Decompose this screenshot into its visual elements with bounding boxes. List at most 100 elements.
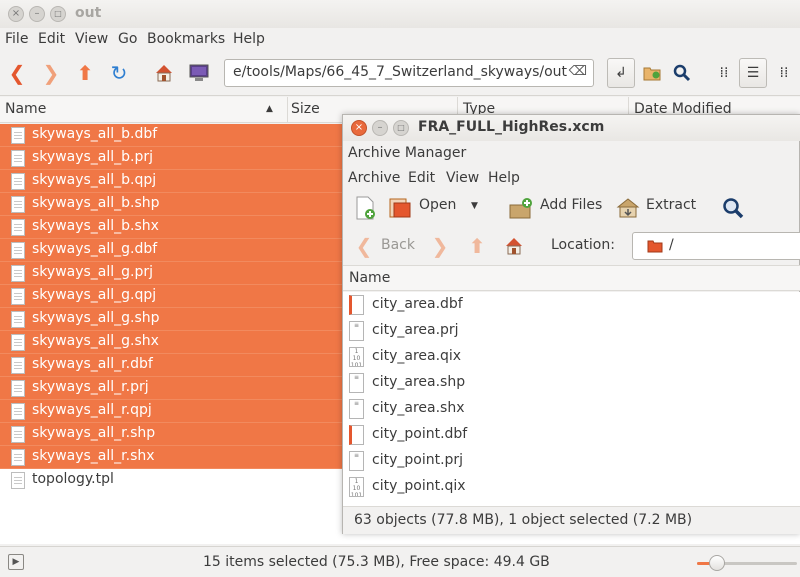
spreadsheet-file-icon <box>349 425 364 445</box>
archive-row[interactable]: 1 10 101 city_area.qix <box>343 344 800 370</box>
menu-help[interactable]: Help <box>233 31 265 47</box>
archive-manager-titlebar: × – □ FRA_FULL_HighRes.xcm <box>343 115 800 141</box>
archive-row[interactable]: ≡ city_point.prj <box>343 448 800 474</box>
file-row[interactable]: skyways_all_b.qpj <box>0 170 344 193</box>
document-icon <box>11 173 25 190</box>
document-icon <box>11 311 25 328</box>
return-arrow-icon: ↲ <box>615 65 627 81</box>
list-view-button[interactable]: ☰ <box>739 58 767 88</box>
computer-icon[interactable] <box>186 60 212 86</box>
search-icon[interactable] <box>669 60 695 86</box>
window-title: FRA_FULL_HighRes.xcm <box>418 119 605 135</box>
menu-view[interactable]: View <box>75 31 108 47</box>
file-manager-statusbar: ▶ 15 items selected (75.3 MB), Free spac… <box>0 546 800 577</box>
archive-manager-window: × – □ FRA_FULL_HighRes.xcm Archive Manag… <box>342 114 800 534</box>
back-button[interactable]: Back <box>381 237 415 253</box>
extract-button[interactable]: Extract <box>646 197 696 213</box>
home-icon[interactable] <box>501 233 527 259</box>
file-row[interactable]: skyways_all_b.dbf <box>0 124 344 147</box>
document-icon <box>11 380 25 397</box>
back-arrow-icon[interactable]: ❮ <box>4 60 30 86</box>
column-size[interactable]: Size <box>291 101 320 117</box>
clear-location-icon[interactable]: ⌫ <box>569 64 587 79</box>
file-row[interactable]: topology.tpl <box>0 469 344 492</box>
back-arrow-icon[interactable]: ❮ <box>351 233 377 259</box>
file-row[interactable]: skyways_all_g.dbf <box>0 239 344 262</box>
archive-row[interactable]: ≡ city_area.shx <box>343 396 800 422</box>
close-window-icon[interactable]: × <box>8 6 24 22</box>
icon-view-icon[interactable]: ⁞⁞ <box>711 60 737 86</box>
archive-file-name: city_point.qix <box>372 478 466 494</box>
app-name: Archive Manager <box>348 145 467 161</box>
home-icon[interactable] <box>151 60 177 86</box>
zoom-slider-handle[interactable] <box>709 555 725 571</box>
file-row[interactable]: skyways_all_b.shp <box>0 193 344 216</box>
menu-help[interactable]: Help <box>488 170 520 186</box>
close-window-icon[interactable]: × <box>351 120 367 136</box>
reload-icon[interactable]: ↻ <box>106 60 132 86</box>
extract-icon[interactable] <box>615 195 641 221</box>
file-name: topology.tpl <box>32 471 114 487</box>
menu-bookmarks[interactable]: Bookmarks <box>147 31 225 47</box>
location-input[interactable]: e/tools/Maps/66_45_7_Switzerland_skyways… <box>224 59 594 87</box>
status-text: 15 items selected (75.3 MB), Free space:… <box>203 554 550 570</box>
file-row[interactable]: skyways_all_g.prj <box>0 262 344 285</box>
file-row[interactable]: skyways_all_g.shp <box>0 308 344 331</box>
toggle-location-button[interactable]: ↲ <box>607 58 635 88</box>
column-name[interactable]: Name <box>5 101 46 117</box>
menu-file[interactable]: File <box>5 31 28 47</box>
archive-file-name: city_point.prj <box>372 452 464 468</box>
file-row[interactable]: skyways_all_g.shx <box>0 331 344 354</box>
document-icon <box>11 265 25 282</box>
file-row[interactable]: skyways_all_g.qpj <box>0 285 344 308</box>
document-icon <box>11 403 25 420</box>
file-row[interactable]: skyways_all_r.prj <box>0 377 344 400</box>
archive-file-name: city_area.qix <box>372 348 462 364</box>
open-button[interactable]: Open <box>419 197 456 213</box>
file-name: skyways_all_b.qpj <box>32 172 157 188</box>
archive-row[interactable]: ≡ city_area.prj <box>343 318 800 344</box>
file-name: skyways_all_r.shp <box>32 425 156 441</box>
add-files-button[interactable]: Add Files <box>540 197 602 213</box>
forward-arrow-icon[interactable]: ❯ <box>427 233 453 259</box>
menu-view[interactable]: View <box>446 170 479 186</box>
archive-row[interactable]: city_point.dbf <box>343 422 800 448</box>
file-row[interactable]: skyways_all_r.shp <box>0 423 344 446</box>
minimize-window-icon[interactable]: – <box>29 6 45 22</box>
archive-row[interactable]: ≡ city_area.shp <box>343 370 800 396</box>
open-dropdown-icon[interactable]: ▼ <box>471 201 478 211</box>
file-row[interactable]: skyways_all_r.shx <box>0 446 344 469</box>
maximize-window-icon[interactable]: □ <box>393 120 409 136</box>
add-files-icon[interactable] <box>508 195 534 221</box>
archive-row[interactable]: 1 10 101 city_point.qix <box>343 474 800 500</box>
new-archive-icon[interactable] <box>352 195 378 221</box>
open-archive-icon[interactable] <box>387 195 413 221</box>
archive-manager-toolbar: Open ▼ Add Files Extract <box>343 189 800 227</box>
file-row[interactable]: skyways_all_r.dbf <box>0 354 344 377</box>
menu-edit[interactable]: Edit <box>38 31 65 47</box>
document-icon <box>11 449 25 466</box>
folder-icon <box>647 239 663 257</box>
up-arrow-icon[interactable]: ⬆ <box>72 60 98 86</box>
file-row[interactable]: skyways_all_r.qpj <box>0 400 344 423</box>
minimize-window-icon[interactable]: – <box>372 120 388 136</box>
menu-go[interactable]: Go <box>118 31 137 47</box>
menu-archive[interactable]: Archive <box>348 170 400 186</box>
column-name[interactable]: Name <box>349 270 390 286</box>
file-row[interactable]: skyways_all_b.prj <box>0 147 344 170</box>
file-name: skyways_all_b.prj <box>32 149 154 165</box>
file-name: skyways_all_r.prj <box>32 379 149 395</box>
file-name: skyways_all_g.shp <box>32 310 160 326</box>
compact-view-icon[interactable]: ⁞⁞ <box>771 60 797 86</box>
search-icon[interactable] <box>720 195 746 221</box>
forward-arrow-icon[interactable]: ❯ <box>38 60 64 86</box>
new-folder-icon[interactable] <box>639 60 665 86</box>
file-row[interactable]: skyways_all_b.shx <box>0 216 344 239</box>
document-icon <box>11 150 25 167</box>
up-arrow-icon[interactable]: ⬆ <box>464 233 490 259</box>
archive-location-input[interactable]: / <box>632 232 800 260</box>
maximize-window-icon[interactable]: □ <box>50 6 66 22</box>
show-sidebar-icon[interactable]: ▶ <box>8 554 24 570</box>
menu-edit[interactable]: Edit <box>408 170 435 186</box>
archive-row[interactable]: city_area.dbf <box>343 292 800 318</box>
